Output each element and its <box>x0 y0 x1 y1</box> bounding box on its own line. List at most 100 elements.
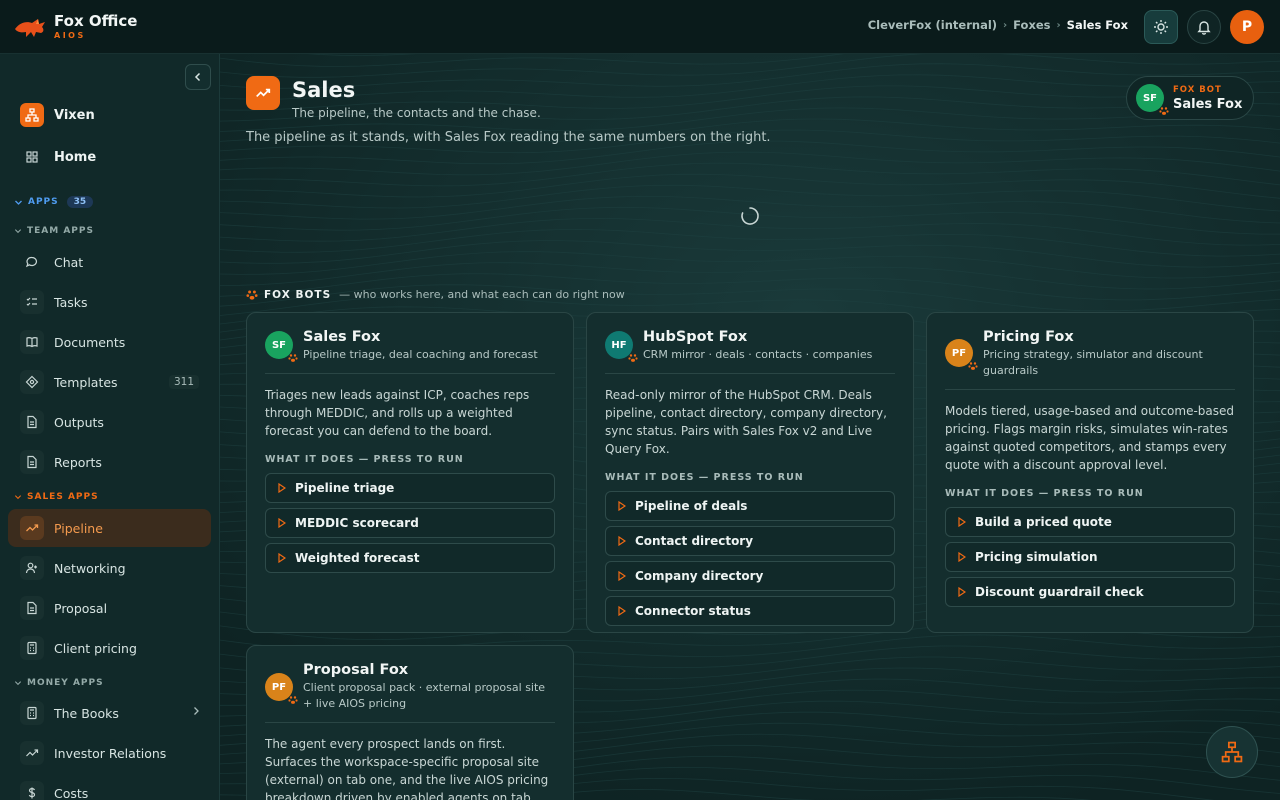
user-avatar[interactable]: P <box>1230 10 1264 44</box>
team-apps-section-label: TEAM APPS <box>27 226 94 236</box>
sidebar-item-label: Outputs <box>54 414 104 430</box>
bot-name: Sales Fox <box>303 329 381 345</box>
theme-toggle-button[interactable] <box>1144 10 1178 44</box>
foxbot-pill[interactable]: SF FOX BOT Sales Fox <box>1126 76 1254 120</box>
what-it-does-label: WHAT IT DOES — PRESS TO RUN <box>265 454 464 465</box>
sidebar-item-label: The Books <box>54 705 119 721</box>
notifications-button[interactable] <box>1187 10 1221 44</box>
play-icon <box>618 536 626 546</box>
collapse-sidebar-button[interactable] <box>185 64 211 90</box>
sun-icon <box>1154 20 1168 34</box>
sidebar-item-home[interactable]: Home <box>8 138 211 176</box>
fox-logo-icon <box>15 18 45 37</box>
main-content: Sales The pipeline, the contacts and the… <box>220 54 1280 800</box>
diamond-icon <box>20 370 44 394</box>
user-plus-icon <box>20 556 44 580</box>
chevron-right-icon <box>194 707 199 715</box>
action-label: MEDDIC scorecard <box>295 516 419 530</box>
bot-name: Proposal Fox <box>303 662 409 678</box>
bot-avatar: PF <box>265 673 298 704</box>
sidebar-item-outputs[interactable]: Outputs <box>8 403 211 441</box>
sidebar-item-label: Home <box>54 149 97 165</box>
paw-icon <box>1159 107 1169 115</box>
run-company-directory-button[interactable]: Company directory <box>605 561 895 591</box>
chevron-down-icon <box>14 681 22 686</box>
sidebar-item-investor-relations[interactable]: Investor Relations <box>8 734 211 772</box>
run-pipeline-of-deals-button[interactable]: Pipeline of deals <box>605 491 895 521</box>
chevron-left-icon <box>194 72 201 82</box>
sidebar-item-documents[interactable]: Documents <box>8 323 211 361</box>
sidebar-item-the-books[interactable]: The Books <box>8 694 211 732</box>
run-build-priced-quote-button[interactable]: Build a priced quote <box>945 507 1235 537</box>
bot-tagline: Pipeline triage, deal coaching and forec… <box>303 348 538 361</box>
sidebar-item-label: Proposal <box>54 600 108 616</box>
run-discount-guardrail-check-button[interactable]: Discount guardrail check <box>945 577 1235 607</box>
sidebar-item-label: Client pricing <box>54 640 137 656</box>
bot-tagline: Client proposal pack · external proposal… <box>303 681 546 710</box>
page-description: The pipeline as it stands, with Sales Fo… <box>246 130 771 145</box>
run-pipeline-triage-button[interactable]: Pipeline triage <box>265 473 555 503</box>
breadcrumb-separator: › <box>1003 19 1008 31</box>
money-apps-section-toggle[interactable]: MONEY APPS <box>14 678 104 688</box>
bot-avatar: HF <box>605 331 638 362</box>
play-icon <box>618 606 626 616</box>
bot-card-sales-fox: SF Sales Fox Pipeline triage, deal coach… <box>246 312 574 633</box>
sidebar-item-reports[interactable]: Reports <box>8 443 211 481</box>
dollar-icon <box>20 781 44 800</box>
bot-description: Models tiered, usage-based and outcome-b… <box>945 404 1235 472</box>
chat-icon <box>20 250 44 274</box>
trend-icon <box>20 516 44 540</box>
org-chart-icon <box>20 103 44 127</box>
bot-card-hubspot-fox: HF HubSpot Fox CRM mirror · deals · cont… <box>586 312 914 633</box>
sidebar-item-vixen[interactable]: Vixen <box>8 96 211 134</box>
bot-avatar: PF <box>945 339 978 370</box>
run-contact-directory-button[interactable]: Contact directory <box>605 526 895 556</box>
paw-icon <box>628 354 638 362</box>
money-apps-section-label: MONEY APPS <box>27 678 104 688</box>
action-label: Pipeline triage <box>295 481 395 495</box>
sidebar-item-tasks[interactable]: Tasks <box>8 283 211 321</box>
action-label: Connector status <box>635 604 751 618</box>
book-icon <box>20 330 44 354</box>
apps-section-toggle[interactable]: APPS 35 <box>14 196 94 208</box>
team-apps-section-toggle[interactable]: TEAM APPS <box>14 226 94 236</box>
bot-tagline: Pricing strategy, simulator and discount… <box>983 348 1203 377</box>
sidebar-item-label: Costs <box>54 785 89 800</box>
run-connector-status-button[interactable]: Connector status <box>605 596 895 626</box>
sidebar-item-label: Networking <box>54 560 126 576</box>
top-bar: Fox Office AIOS CleverFox (internal) › F… <box>0 0 1280 54</box>
bot-initials: HF <box>611 339 627 351</box>
run-weighted-forecast-button[interactable]: Weighted forecast <box>265 543 555 573</box>
bot-description: The agent every prospect lands on first.… <box>265 737 549 800</box>
brand-name: Fox Office <box>54 11 138 30</box>
play-icon <box>958 517 966 527</box>
sidebar-item-templates[interactable]: Templates 311 <box>8 363 211 401</box>
sidebar-item-client-pricing[interactable]: Client pricing <box>8 629 211 667</box>
run-pricing-simulation-button[interactable]: Pricing simulation <box>945 542 1235 572</box>
play-icon <box>278 518 286 528</box>
breadcrumb-foxes[interactable]: Foxes <box>1013 18 1050 32</box>
run-meddic-scorecard-button[interactable]: MEDDIC scorecard <box>265 508 555 538</box>
action-label: Discount guardrail check <box>975 585 1144 599</box>
bot-tagline: CRM mirror · deals · contacts · companie… <box>643 348 873 361</box>
sidebar-item-networking[interactable]: Networking <box>8 549 211 587</box>
action-label: Pricing simulation <box>975 550 1098 564</box>
org-chart-fab-button[interactable] <box>1206 726 1258 778</box>
sales-apps-section-toggle[interactable]: SALES APPS <box>14 492 99 502</box>
sidebar: Vixen Home APPS 35 TEAM APPS Chat Tasks … <box>0 54 220 800</box>
play-icon <box>278 483 286 493</box>
foxbot-pill-label: FOX BOT <box>1173 84 1222 95</box>
checklist-icon <box>20 290 44 314</box>
action-label: Pipeline of deals <box>635 499 748 513</box>
play-icon <box>618 571 626 581</box>
brand[interactable]: Fox Office AIOS <box>14 11 138 41</box>
sidebar-item-proposal[interactable]: Proposal <box>8 589 211 627</box>
sidebar-item-pipeline[interactable]: Pipeline <box>8 509 211 547</box>
sales-page-icon <box>246 76 280 110</box>
sidebar-item-costs[interactable]: Costs <box>8 774 211 800</box>
breadcrumb-workspace[interactable]: CleverFox (internal) <box>868 18 997 32</box>
bot-description: Triages new leads against ICP, coaches r… <box>265 388 530 438</box>
bot-card-proposal-fox: PF Proposal Fox Client proposal pack · e… <box>246 645 574 800</box>
sidebar-item-chat[interactable]: Chat <box>8 243 211 281</box>
page-title: Sales <box>292 78 356 102</box>
